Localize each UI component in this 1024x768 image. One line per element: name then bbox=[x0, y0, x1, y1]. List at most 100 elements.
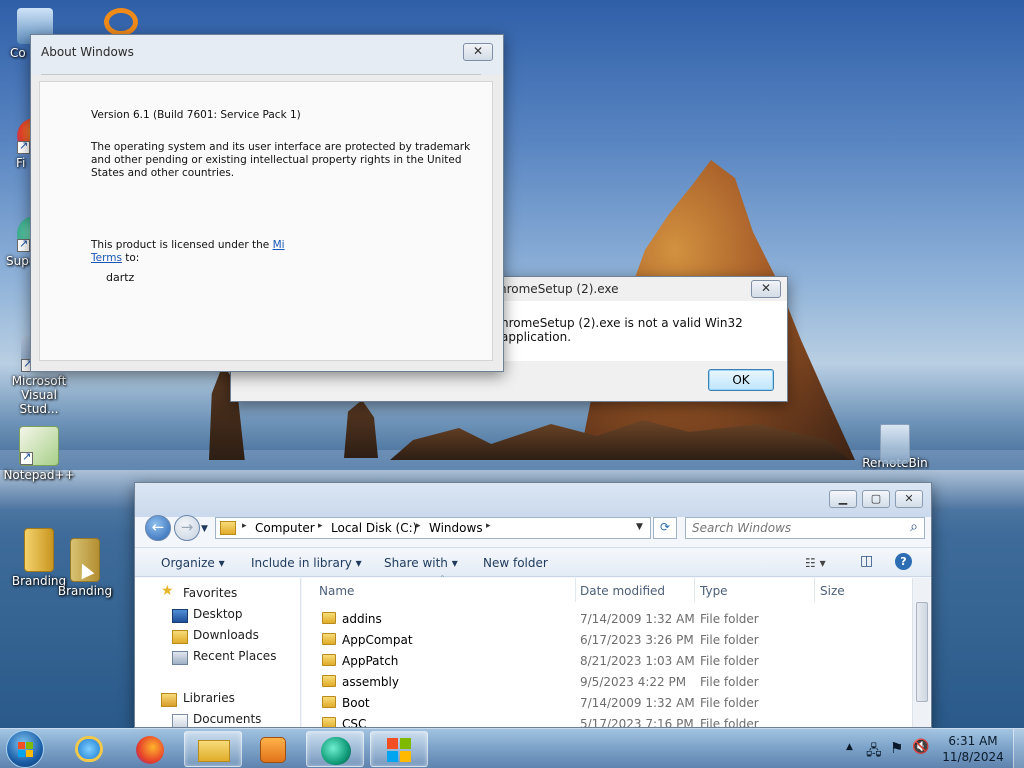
table-row[interactable]: addins 7/14/2009 1:32 AM File folder bbox=[302, 609, 914, 630]
start-button[interactable] bbox=[6, 730, 44, 768]
breadcrumb-windows[interactable]: Windows bbox=[429, 521, 483, 535]
change-view-button[interactable]: ☷ ▾ bbox=[805, 556, 826, 570]
about-windows-body: Version 6.1 (Build 7601: Service Pack 1)… bbox=[39, 81, 493, 361]
column-header-type[interactable]: Type bbox=[700, 584, 728, 598]
search-box[interactable]: ⌕ bbox=[685, 517, 925, 539]
error-dialog-title: hromeSetup (2).exe bbox=[499, 282, 619, 296]
folder-icon bbox=[322, 696, 336, 708]
nav-recent-places[interactable]: Recent Places bbox=[193, 649, 276, 663]
recent-pages-chevron-icon[interactable]: ▼ bbox=[201, 524, 208, 534]
folder-icon bbox=[322, 675, 336, 687]
documents-icon bbox=[172, 714, 188, 727]
explorer-window: ▁ ▢ ✕ ← → ▼ ▸ Computer ▸ Local Disk (C:)… bbox=[134, 482, 932, 728]
breadcrumb-separator-icon[interactable]: ▸ bbox=[416, 521, 421, 531]
clock-time[interactable]: 6:31 AM bbox=[933, 734, 1013, 748]
column-header-name[interactable]: Name bbox=[319, 584, 354, 598]
taskbar-firefox[interactable] bbox=[121, 731, 179, 767]
license-text: Terms to: bbox=[91, 252, 139, 265]
show-desktop-button[interactable] bbox=[1013, 729, 1024, 768]
recycle-bin-icon bbox=[880, 424, 910, 464]
license-text: This product is licensed under the Mi bbox=[91, 239, 285, 252]
desktop-icon-notepadpp[interactable]: Notepad++ bbox=[2, 426, 76, 482]
forward-button[interactable]: → bbox=[174, 515, 200, 541]
close-button[interactable]: ✕ bbox=[463, 43, 493, 61]
file-date: 9/5/2023 4:22 PM bbox=[580, 675, 687, 689]
about-windows-titlebar[interactable]: About Windows ✕ bbox=[31, 35, 503, 75]
folder-icon bbox=[322, 717, 336, 727]
taskbar-internet-explorer[interactable] bbox=[60, 731, 118, 767]
back-button[interactable]: ← bbox=[145, 515, 171, 541]
divider bbox=[41, 74, 481, 75]
breadcrumb-separator-icon[interactable]: ▸ bbox=[242, 521, 247, 531]
vertical-scrollbar[interactable] bbox=[912, 578, 930, 727]
notepadpp-icon bbox=[19, 426, 59, 466]
license-terms-link[interactable]: Mi bbox=[273, 239, 285, 251]
address-dropdown-icon[interactable]: ▼ bbox=[636, 522, 643, 532]
minimize-button[interactable]: ▁ bbox=[829, 490, 857, 508]
help-button[interactable]: ? bbox=[895, 553, 912, 570]
taskbar-app-green[interactable] bbox=[306, 731, 364, 767]
table-row[interactable]: Boot 7/14/2009 1:32 AM File folder bbox=[302, 693, 914, 714]
file-explorer-icon bbox=[198, 740, 230, 762]
column-divider[interactable] bbox=[814, 578, 815, 602]
column-header-date-modified[interactable]: Date modified bbox=[580, 584, 665, 598]
nav-downloads[interactable]: Downloads bbox=[193, 628, 259, 642]
close-button[interactable]: ✕ bbox=[895, 490, 923, 508]
firefox-icon bbox=[136, 736, 164, 764]
taskbar-explorer[interactable] bbox=[184, 731, 242, 767]
column-header-size[interactable]: Size bbox=[820, 584, 845, 598]
nav-desktop[interactable]: Desktop bbox=[193, 607, 243, 621]
ok-button[interactable]: OK bbox=[708, 369, 774, 391]
scrollbar-thumb[interactable] bbox=[916, 602, 928, 702]
close-button[interactable]: ✕ bbox=[751, 280, 781, 298]
folder-icon bbox=[220, 521, 236, 535]
error-message: hromeSetup (2).exe is not a valid Win32 … bbox=[501, 316, 743, 344]
show-hidden-icons-button[interactable]: ▲ bbox=[846, 742, 853, 752]
network-icon[interactable]: 🖧 bbox=[866, 740, 882, 764]
address-bar[interactable]: ▸ Computer ▸ Local Disk (C:) ▸ Windows ▸… bbox=[215, 517, 651, 539]
share-with-menu[interactable]: Share with ▾ bbox=[384, 556, 458, 570]
taskbar-windows-app[interactable] bbox=[370, 731, 428, 767]
breadcrumb-computer[interactable]: Computer bbox=[255, 521, 315, 535]
windows-logo-icon bbox=[400, 738, 411, 749]
license-terms-link[interactable]: Terms bbox=[91, 252, 122, 264]
navigation-pane: ★ Favorites Desktop Downloads Recent Pla… bbox=[135, 578, 301, 727]
search-icon[interactable]: ⌕ bbox=[910, 519, 918, 535]
nav-favorites[interactable]: Favorites bbox=[183, 586, 237, 600]
nav-documents[interactable]: Documents bbox=[193, 712, 261, 726]
file-list: ⌃ Name Date modified Type Size addins 7/… bbox=[302, 574, 914, 728]
table-row[interactable]: CSC 5/17/2023 7:16 PM File folder bbox=[302, 714, 914, 728]
action-center-flag-icon[interactable]: ⚑ bbox=[890, 739, 903, 757]
search-input[interactable] bbox=[692, 518, 897, 538]
include-in-library-menu[interactable]: Include in library ▾ bbox=[251, 556, 362, 570]
shortcut-arrow-icon bbox=[17, 237, 30, 252]
table-row[interactable]: AppPatch 8/21/2023 1:03 AM File folder bbox=[302, 651, 914, 672]
breadcrumb-local-disk[interactable]: Local Disk (C:) bbox=[331, 521, 417, 535]
breadcrumb-separator-icon[interactable]: ▸ bbox=[318, 521, 323, 531]
column-divider[interactable] bbox=[575, 578, 576, 602]
refresh-button[interactable]: ⟳ bbox=[653, 517, 677, 539]
nav-libraries[interactable]: Libraries bbox=[183, 691, 235, 705]
maximize-button[interactable]: ▢ bbox=[862, 490, 890, 508]
table-row[interactable]: AppCompat 6/17/2023 3:26 PM File folder bbox=[302, 630, 914, 651]
new-folder-button[interactable]: New folder bbox=[483, 556, 548, 570]
windows-logo-icon bbox=[26, 750, 33, 757]
clock-date[interactable]: 11/8/2024 bbox=[933, 750, 1013, 764]
taskbar-media-player[interactable] bbox=[244, 731, 302, 767]
table-row[interactable]: assembly 9/5/2023 4:22 PM File folder bbox=[302, 672, 914, 693]
app-icon-orange[interactable] bbox=[104, 8, 138, 36]
explorer-titlebar[interactable]: ▁ ▢ ✕ bbox=[135, 483, 931, 517]
windows-logo-icon bbox=[26, 742, 33, 749]
file-type: File folder bbox=[700, 717, 759, 728]
organize-menu[interactable]: Organize ▾ bbox=[161, 556, 225, 570]
volume-muted-icon[interactable]: 🔇 bbox=[912, 739, 929, 755]
column-divider[interactable] bbox=[694, 578, 695, 602]
file-name: AppPatch bbox=[342, 654, 399, 668]
desktop-icon-label: Notepad++ bbox=[3, 468, 75, 482]
file-date: 8/21/2023 1:03 AM bbox=[580, 654, 695, 668]
shortcut-arrow-icon bbox=[17, 139, 30, 154]
favorites-star-icon: ★ bbox=[161, 583, 174, 599]
desktop-icon-recycle-bin[interactable]: RemoteBin bbox=[858, 424, 932, 470]
preview-pane-button[interactable]: ◫ bbox=[860, 553, 873, 569]
breadcrumb-separator-icon[interactable]: ▸ bbox=[486, 521, 491, 531]
